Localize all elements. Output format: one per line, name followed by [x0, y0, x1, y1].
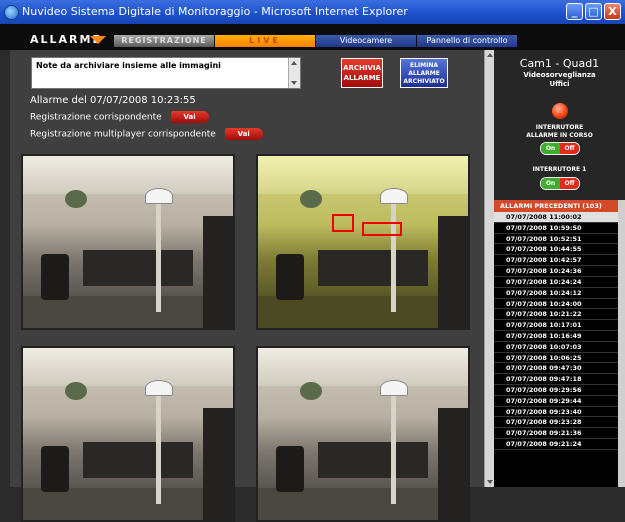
camera-subtitle: Videosorveglianza Uffici	[523, 71, 596, 88]
camera-view-4[interactable]	[256, 346, 470, 522]
elimina-allarme-button[interactable]: ELIMINA ALLARME ARCHIVIATO	[400, 58, 448, 88]
history-item[interactable]: 07/07/2008 09:29:56	[494, 385, 618, 396]
scroll-down-icon[interactable]	[291, 81, 297, 85]
history-item[interactable]: 07/07/2008 10:17:01	[494, 320, 618, 331]
camera-title: Cam1 - Quad1	[519, 57, 600, 70]
camera-view-2[interactable]	[256, 154, 470, 330]
camera-view-1[interactable]	[21, 154, 235, 330]
motion-detection-marker	[362, 222, 402, 236]
page-scrollbar[interactable]	[484, 50, 494, 487]
switch-label-1: INTERRUTORE 1	[532, 166, 587, 173]
motion-detection-marker	[332, 214, 354, 232]
history-item[interactable]: 07/07/2008 10:24:00	[494, 299, 618, 310]
alarm-history-list: 07/07/2008 11:00:02 07/07/2008 10:59:50 …	[494, 212, 618, 450]
history-item[interactable]: 07/07/2008 10:07:03	[494, 342, 618, 353]
toggle-on[interactable]: On	[541, 143, 560, 154]
registrazione-multiplayer-row: Registrazione multiplayer corrispondente…	[30, 128, 263, 140]
alarm-history-header: ALLARMI PRECEDENTI (103)	[494, 200, 618, 212]
registrazione-row: Registrazione corrispondente Vai	[30, 111, 209, 123]
history-item[interactable]: 07/07/2008 11:00:02	[494, 212, 618, 223]
tab-live[interactable]: LIVE	[215, 35, 315, 47]
scroll-up-icon[interactable]	[291, 61, 297, 65]
window-controls: _ □ X	[566, 3, 621, 20]
registrazione-label: Registrazione corrispondente	[30, 112, 162, 123]
history-item[interactable]: 07/07/2008 09:21:24	[494, 439, 618, 450]
history-item[interactable]: 07/07/2008 10:06:25	[494, 353, 618, 364]
vai-registrazione-button[interactable]: Vai	[170, 111, 209, 123]
history-item[interactable]: 07/07/2008 09:47:18	[494, 374, 618, 385]
history-item[interactable]: 07/07/2008 09:23:40	[494, 407, 618, 418]
history-item[interactable]: 07/07/2008 10:21:22	[494, 309, 618, 321]
history-item[interactable]: 07/07/2008 10:24:12	[494, 288, 618, 299]
archivia-allarme-button[interactable]: ARCHIVIA ALLARME	[341, 58, 383, 88]
scroll-down-icon[interactable]	[487, 480, 493, 484]
toggle-allarme-in-corso[interactable]: On Off	[540, 142, 580, 155]
history-item[interactable]: 07/07/2008 09:23:28	[494, 417, 618, 429]
notes-textarea[interactable]: Note da archiviare insieme alle immagini	[31, 57, 301, 89]
history-item[interactable]: 07/07/2008 09:21:36	[494, 428, 618, 440]
camera-info-panel: Cam1 - Quad1 Videosorveglianza Uffici IN…	[494, 50, 625, 200]
registrazione-multiplayer-label: Registrazione multiplayer corrispondente	[30, 129, 216, 140]
switch-label-allarme: INTERRUTORE ALLARME IN CORSO	[526, 124, 593, 139]
chevron-down-icon	[90, 36, 106, 44]
notes-scrollbar[interactable]	[288, 58, 300, 88]
tab-pannello-di-controllo[interactable]: Pannello di controllo	[417, 35, 517, 47]
history-item[interactable]: 07/07/2008 10:59:50	[494, 223, 618, 234]
notes-placeholder: Note da archiviare insieme alle immagini	[36, 61, 221, 70]
internet-explorer-icon	[4, 5, 19, 20]
history-item[interactable]: 07/07/2008 10:24:36	[494, 266, 618, 277]
tab-videocamere[interactable]: Videocamere	[316, 35, 416, 47]
toggle-off[interactable]: Off	[560, 143, 579, 154]
tab-registrazione[interactable]: REGISTRAZIONE	[114, 35, 214, 47]
camera-view-3[interactable]	[21, 346, 235, 522]
vai-multiplayer-button[interactable]: Vai	[224, 128, 263, 140]
history-item[interactable]: 07/07/2008 09:29:44	[494, 396, 618, 407]
alarm-date: Allarme del 07/07/2008 10:23:55	[30, 95, 196, 106]
history-scrollbar[interactable]	[618, 200, 625, 487]
window-title: Nuvideo Sistema Digitale di Monitoraggio…	[22, 5, 408, 18]
history-item[interactable]: 07/07/2008 10:16:49	[494, 331, 618, 342]
history-item[interactable]: 07/07/2008 09:47:30	[494, 363, 618, 375]
maximize-button[interactable]: □	[585, 3, 602, 20]
minimize-button[interactable]: _	[566, 3, 583, 20]
window-titlebar: Nuvideo Sistema Digitale di Monitoraggio…	[0, 0, 625, 24]
close-button[interactable]: X	[604, 3, 621, 20]
scroll-up-icon[interactable]	[487, 53, 493, 57]
main-panel: Note da archiviare insieme alle immagini…	[10, 50, 484, 522]
history-item[interactable]: 07/07/2008 10:24:24	[494, 277, 618, 288]
history-item[interactable]: 07/07/2008 10:44:55	[494, 244, 618, 256]
alarm-history-panel: ALLARMI PRECEDENTI (103) 07/07/2008 11:0…	[494, 200, 625, 487]
toggle-interruttore-1[interactable]: On Off	[540, 177, 580, 190]
alarm-led-icon	[552, 103, 568, 119]
history-item[interactable]: 07/07/2008 10:52:51	[494, 234, 618, 245]
history-item[interactable]: 07/07/2008 10:42:57	[494, 255, 618, 267]
top-nav: ALLARME REGISTRAZIONE LIVE Videocamere P…	[0, 24, 625, 50]
toggle-on[interactable]: On	[541, 178, 560, 189]
toggle-off[interactable]: Off	[560, 178, 579, 189]
